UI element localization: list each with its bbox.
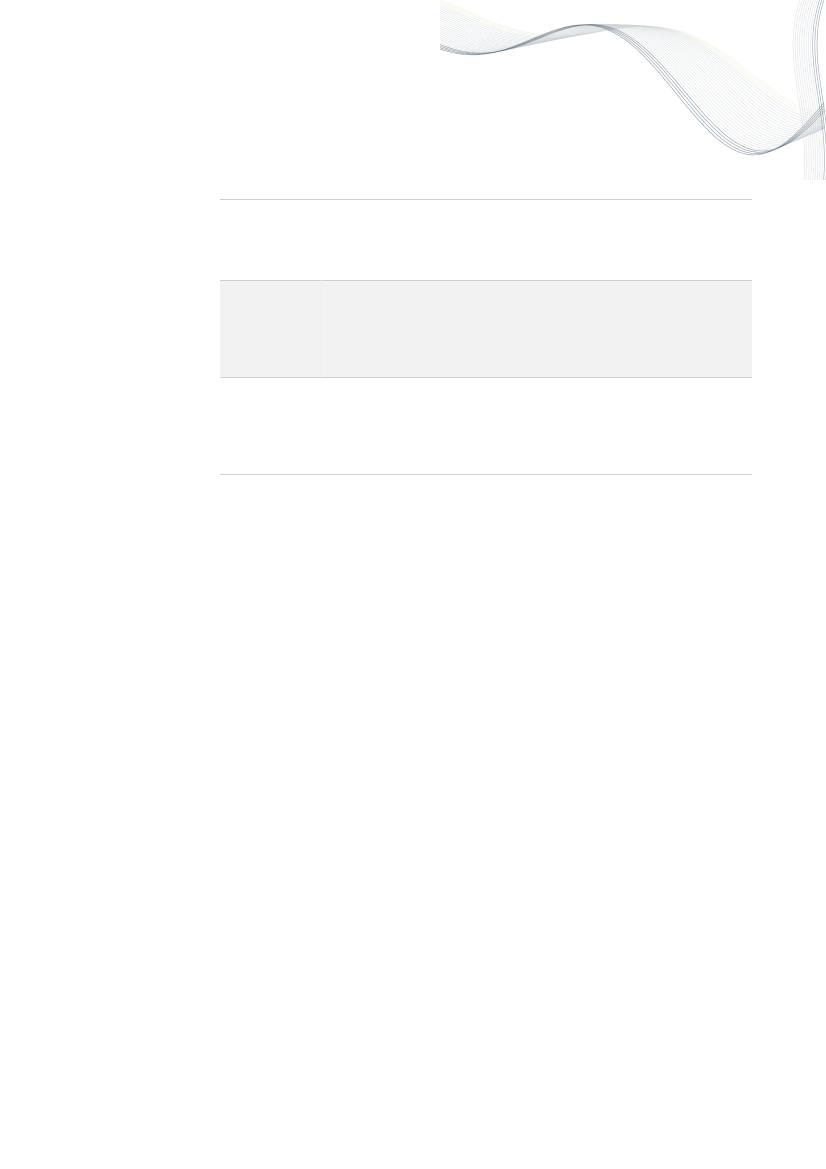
wave-line (440, 1, 825, 118)
table-cell-label (220, 378, 321, 475)
wave-line (810, 0, 823, 180)
table-cell-label (220, 280, 322, 378)
wave-line (440, 24, 825, 138)
table-row (220, 199, 752, 281)
table-row (220, 280, 752, 378)
table-cell-value (321, 378, 752, 475)
wave-line (812, 0, 825, 180)
wave-line (440, 15, 825, 131)
wave-line (816, 0, 826, 124)
table-row (220, 377, 752, 475)
table-cell-value (321, 200, 752, 281)
wave-line (440, 0, 825, 116)
wave-line (440, 19, 825, 134)
wave-line (440, 24, 825, 154)
table-cell-label (220, 200, 321, 281)
wave-line (440, 21, 825, 135)
wave-lines-decoration (440, 0, 826, 180)
wave-line (440, 4, 825, 121)
document-table (220, 199, 752, 475)
wave-line (440, 17, 825, 132)
table-cell-value (321, 280, 752, 378)
